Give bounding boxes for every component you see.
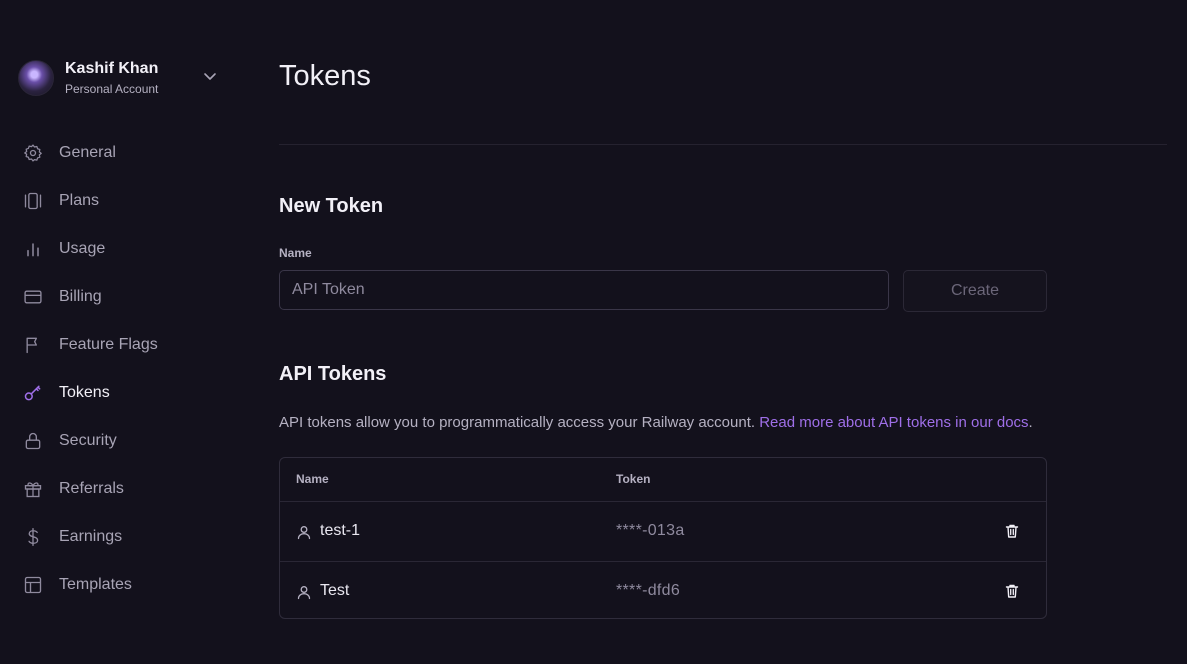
- chevron-down-icon[interactable]: [202, 68, 218, 84]
- table-row: test-1 ****-013a: [280, 502, 1046, 562]
- sidebar-item-earnings[interactable]: Earnings: [22, 513, 222, 561]
- sidebar-item-label: Earnings: [59, 528, 123, 545]
- sidebar-item-security[interactable]: Security: [22, 417, 222, 465]
- sidebar: Kashif Khan Personal Account General Pla…: [0, 0, 240, 664]
- name-field-label: Name: [279, 246, 312, 260]
- credit-card-icon: [22, 286, 44, 308]
- sidebar-item-label: Templates: [59, 576, 132, 593]
- lock-icon: [22, 430, 44, 452]
- sidebar-item-referrals[interactable]: Referrals: [22, 465, 222, 513]
- gear-icon: [22, 142, 44, 164]
- gift-icon: [22, 478, 44, 500]
- trash-icon[interactable]: [1002, 521, 1022, 541]
- flag-icon: [22, 334, 44, 356]
- sidebar-item-plans[interactable]: Plans: [22, 177, 222, 225]
- api-tokens-description: API tokens allow you to programmatically…: [279, 414, 1033, 432]
- trash-icon[interactable]: [1002, 581, 1022, 601]
- sidebar-item-general[interactable]: General: [22, 129, 222, 177]
- avatar: [18, 60, 54, 96]
- token-name: Test: [320, 582, 350, 599]
- sidebar-item-billing[interactable]: Billing: [22, 273, 222, 321]
- sidebar-item-label: Usage: [59, 240, 106, 257]
- sidebar-item-label: Tokens: [59, 384, 110, 401]
- token-value: ****-dfd6: [616, 582, 681, 599]
- key-icon: [22, 382, 44, 404]
- sidebar-item-label: Billing: [59, 288, 102, 305]
- api-tokens-heading: API Tokens: [279, 363, 387, 385]
- sidebar-nav: General Plans Usage Billing Feature Flag…: [22, 129, 222, 609]
- account-switcher[interactable]: Kashif Khan Personal Account: [18, 58, 218, 98]
- token-name: test-1: [320, 522, 361, 539]
- table-row: Test ****-dfd6: [280, 562, 1046, 618]
- docs-link[interactable]: Read more about API tokens in our docs: [759, 414, 1028, 431]
- plans-icon: [22, 190, 44, 212]
- table-header: Name Token: [280, 458, 1046, 502]
- dollar-icon: [22, 526, 44, 548]
- sidebar-item-usage[interactable]: Usage: [22, 225, 222, 273]
- column-header-name: Name: [296, 472, 329, 486]
- sidebar-item-label: Feature Flags: [59, 336, 158, 353]
- token-name-input[interactable]: [279, 270, 889, 310]
- column-header-token: Token: [616, 472, 651, 486]
- create-button[interactable]: Create: [903, 270, 1047, 312]
- sidebar-item-label: Plans: [59, 192, 100, 209]
- divider: [279, 144, 1167, 145]
- page-title: Tokens: [279, 60, 371, 92]
- account-type: Personal Account: [65, 82, 159, 96]
- sidebar-item-tokens[interactable]: Tokens: [22, 369, 222, 417]
- sidebar-item-label: Referrals: [59, 480, 124, 497]
- tokens-table: Name Token test-1 ****-013a Test ****-df…: [279, 457, 1047, 619]
- new-token-heading: New Token: [279, 195, 384, 217]
- bar-chart-icon: [22, 238, 44, 260]
- sidebar-item-feature-flags[interactable]: Feature Flags: [22, 321, 222, 369]
- template-icon: [22, 574, 44, 596]
- sidebar-item-label: General: [59, 144, 116, 161]
- sidebar-item-label: Security: [59, 432, 117, 449]
- description-text: API tokens allow you to programmatically…: [279, 414, 760, 431]
- token-value: ****-013a: [616, 522, 685, 539]
- sidebar-item-templates[interactable]: Templates: [22, 561, 222, 609]
- user-icon: [296, 584, 312, 600]
- description-end: .: [1028, 414, 1033, 431]
- user-icon: [296, 524, 312, 540]
- account-name: Kashif Khan: [65, 60, 159, 77]
